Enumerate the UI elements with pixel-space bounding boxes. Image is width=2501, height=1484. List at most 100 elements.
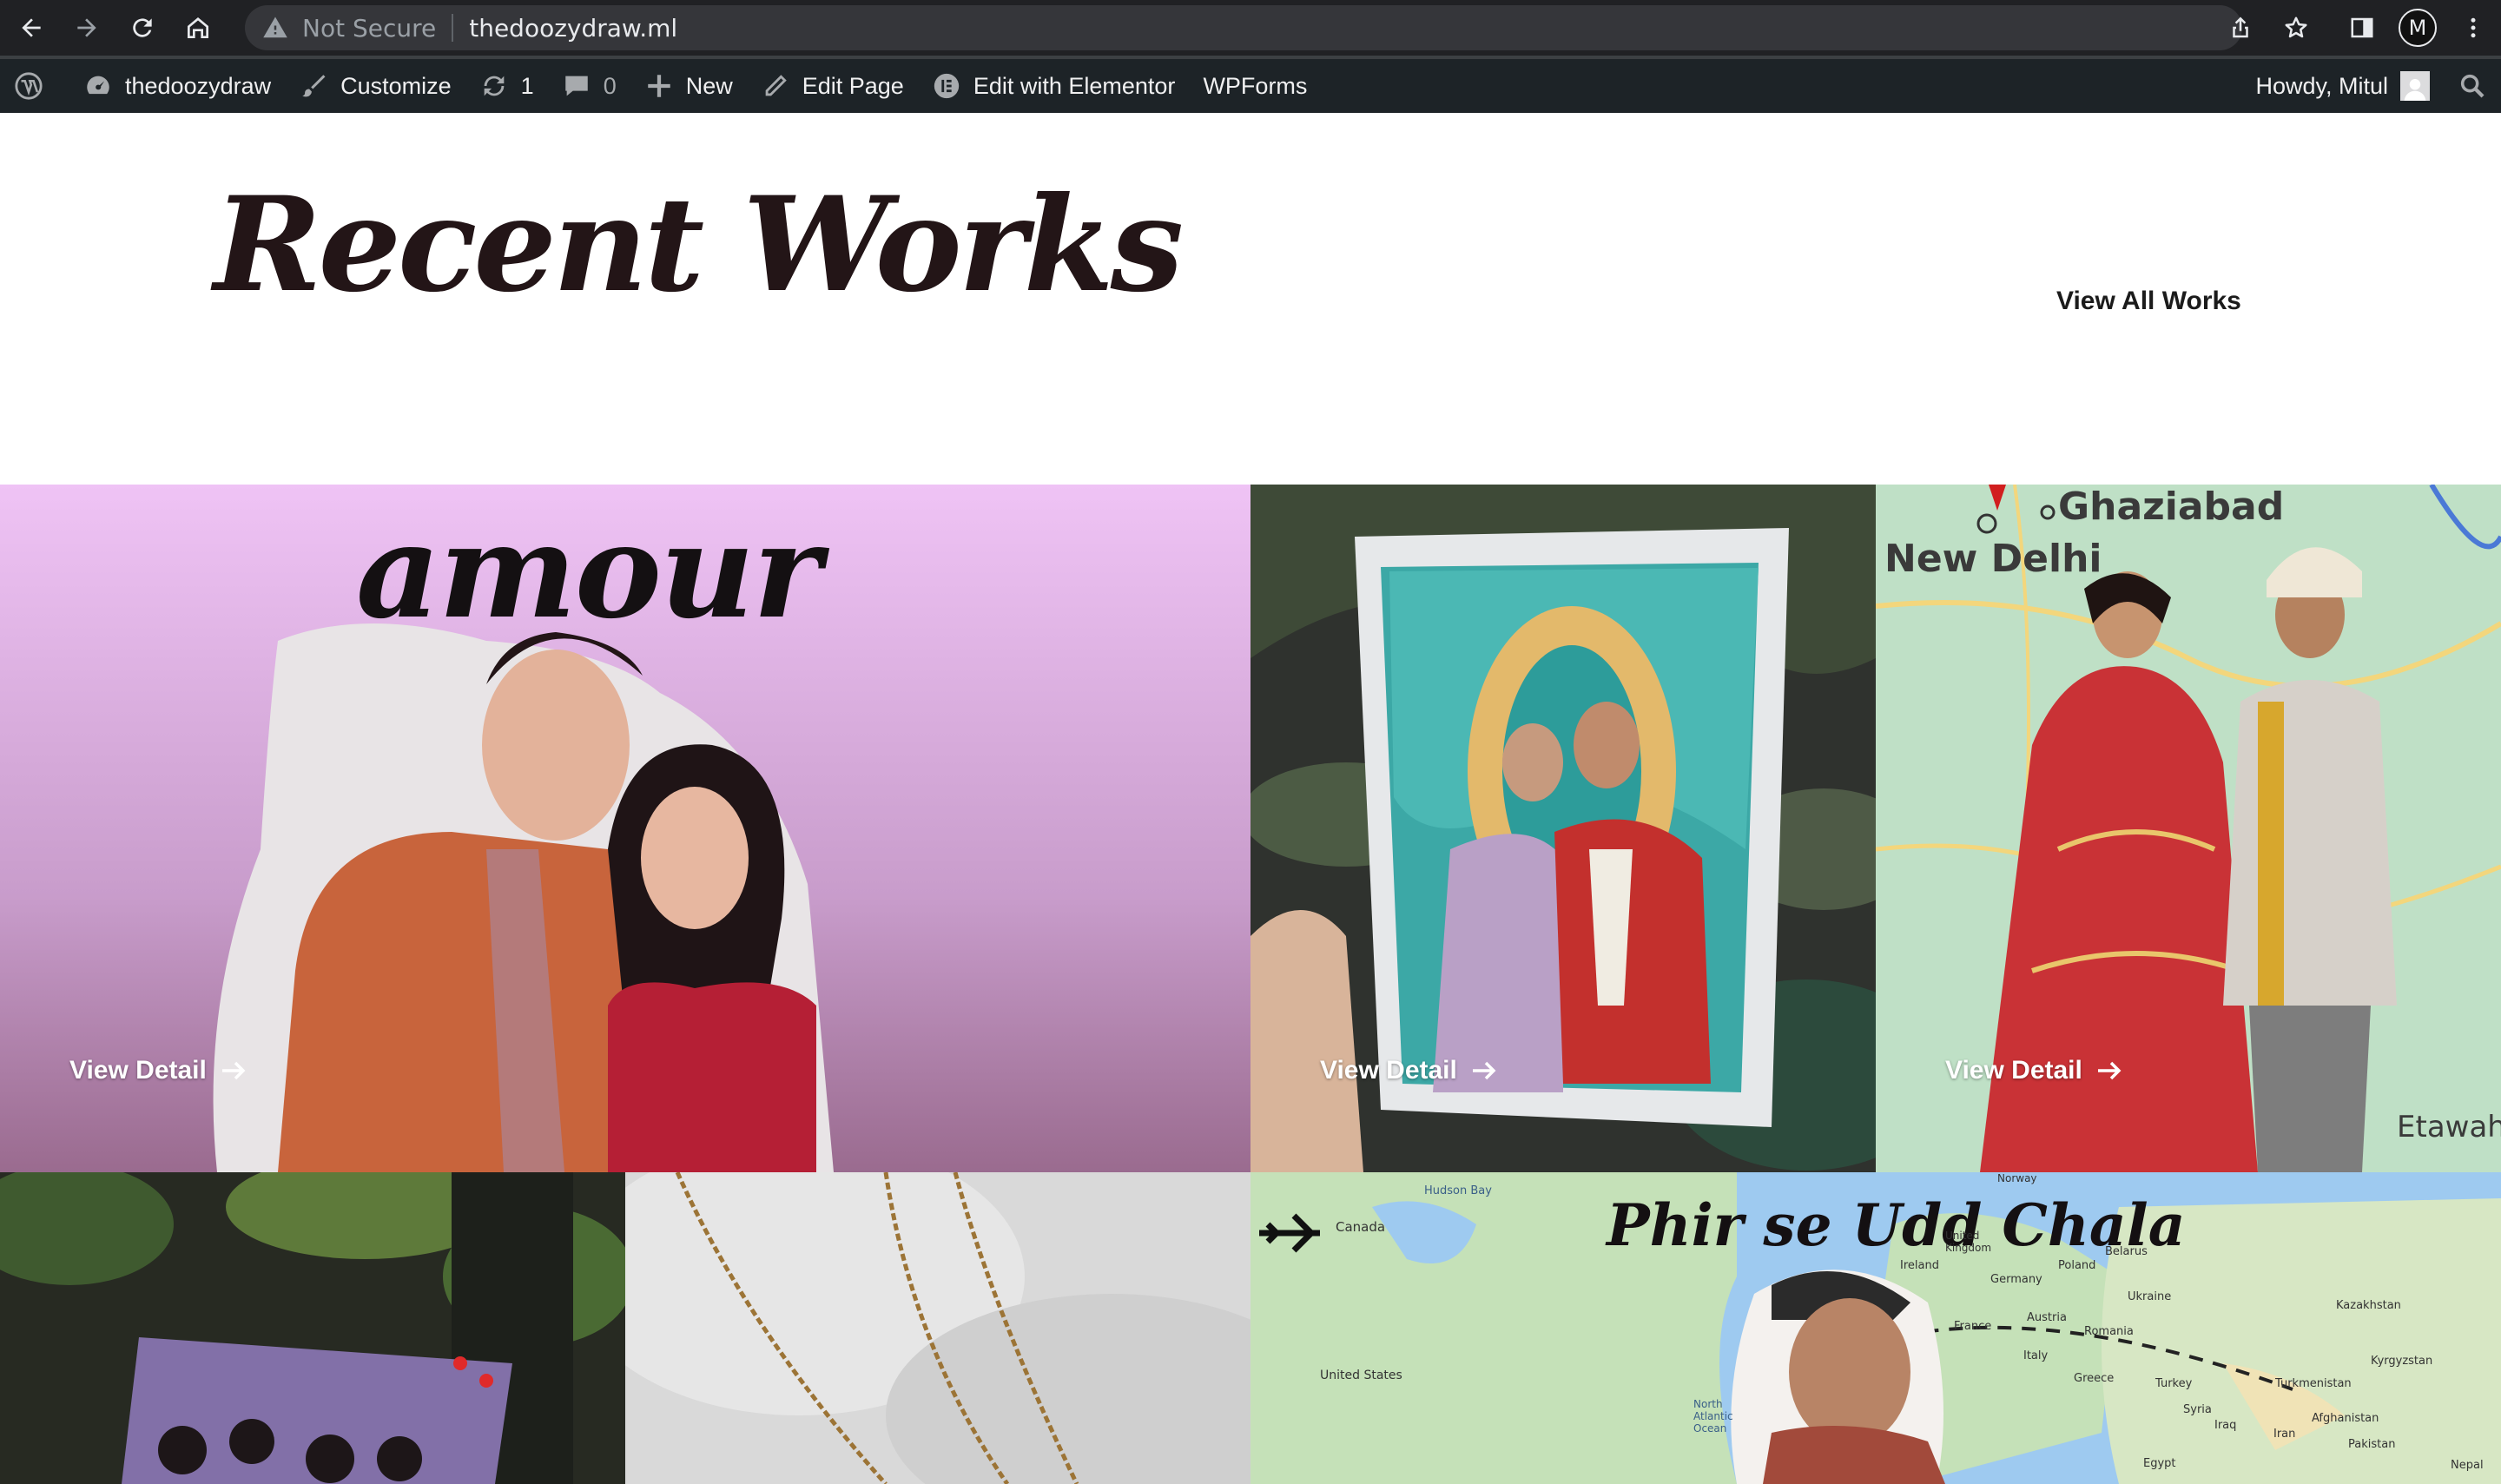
map-label-egypt: Egypt xyxy=(2143,1457,2176,1470)
edit-page-link[interactable]: Edit Page xyxy=(747,59,918,113)
arrow-right-icon xyxy=(1472,1061,1496,1080)
view-detail-label: View Detail xyxy=(1320,1056,1457,1085)
updates-count: 1 xyxy=(520,72,534,99)
view-all-works-link[interactable]: View All Works xyxy=(2056,287,2241,316)
wp-admin-bar: thedoozydraw Customize 1 0 New Edit Page… xyxy=(0,59,2501,113)
map-label-belarus: Belarus xyxy=(2105,1245,2148,1258)
browser-toolbar: Not Secure thedoozydraw.ml M xyxy=(0,0,2501,56)
map-label-ukraine: Ukraine xyxy=(2128,1290,2172,1303)
map-label-turkey: Turkey xyxy=(2155,1377,2193,1390)
map-label-france: France xyxy=(1954,1320,1992,1333)
wordpress-logo-button[interactable] xyxy=(0,59,69,113)
paintbrush-icon xyxy=(302,75,326,97)
comments-count: 0 xyxy=(603,72,617,99)
elementor-logo-icon xyxy=(934,73,959,99)
back-icon[interactable] xyxy=(7,3,56,52)
phir-se-udd-chala-lettering: Phir se Udd Chala xyxy=(1607,1191,2186,1259)
work-tile-framed-portrait[interactable]: View Detail xyxy=(1250,485,1876,1172)
map-label-iran: Iran xyxy=(2273,1428,2296,1441)
plus-icon xyxy=(647,75,670,97)
map-label-kazakhstan: Kazakhstan xyxy=(2336,1299,2401,1312)
view-detail-label: View Detail xyxy=(1945,1056,2082,1085)
map-label-new-delhi: New Delhi xyxy=(1884,537,2102,581)
necklace-image xyxy=(625,1172,1250,1484)
map-label-pakistan: Pakistan xyxy=(2348,1438,2396,1451)
user-avatar-icon xyxy=(2400,71,2430,101)
map-label-italy: Italy xyxy=(2023,1349,2049,1362)
map-label-norway: Norway xyxy=(1997,1172,2037,1184)
wpforms-label: WPForms xyxy=(1203,72,1308,99)
comment-bubble-icon xyxy=(564,76,588,96)
wpforms-menu[interactable]: WPForms xyxy=(1189,59,1321,113)
howdy-label: Howdy, Mitul xyxy=(2255,72,2388,99)
view-detail-link[interactable]: View Detail xyxy=(1320,1056,1497,1085)
new-content-menu[interactable]: New xyxy=(630,59,747,113)
map-label-greece: Greece xyxy=(2074,1372,2115,1385)
map-label-nepal: Nepal xyxy=(2451,1459,2484,1472)
customize-link[interactable]: Customize xyxy=(285,59,465,113)
map-label-etawah: Etawah xyxy=(2397,1110,2501,1144)
arrow-right-icon xyxy=(221,1061,246,1080)
warning-icon xyxy=(263,16,287,38)
map-label-united-kingdom: United Kingdom xyxy=(1945,1230,1992,1254)
forward-icon[interactable] xyxy=(63,3,111,52)
site-name-label: thedoozydraw xyxy=(125,72,272,99)
map-label-germany: Germany xyxy=(1990,1273,2042,1286)
wordpress-logo-icon xyxy=(15,72,43,100)
map-label-hudson-bay: Hudson Bay xyxy=(1424,1184,1492,1197)
site-name-menu[interactable]: thedoozydraw xyxy=(69,59,285,113)
omnibox-divider xyxy=(452,14,454,42)
edit-elementor-link[interactable]: Edit with Elementor xyxy=(918,59,1190,113)
map-label-iraq: Iraq xyxy=(2214,1419,2237,1432)
search-icon xyxy=(2460,74,2485,98)
map-label-north-atlantic-ocean: North Atlantic Ocean xyxy=(1693,1398,1733,1435)
customize-label: Customize xyxy=(340,72,452,99)
work-tile-amour[interactable]: amour View Detail xyxy=(0,485,1250,1172)
home-icon[interactable] xyxy=(174,3,222,52)
works-grid: amour View Detail View Detail Ghaziabad … xyxy=(0,485,2501,1484)
edit-elementor-label: Edit with Elementor xyxy=(973,72,1176,99)
map-label-ghaziabad: Ghaziabad xyxy=(2058,485,2285,529)
profile-avatar: M xyxy=(2399,9,2437,47)
work-tile-necklace[interactable] xyxy=(625,1172,1250,1484)
profile-button[interactable]: M xyxy=(2390,0,2445,56)
pencil-icon xyxy=(765,75,787,96)
url-text[interactable]: thedoozydraw.ml xyxy=(469,14,677,43)
map-label-turkmenistan: Turkmenistan xyxy=(2275,1377,2352,1390)
map-label-poland: Poland xyxy=(2058,1259,2096,1272)
map-label-afghanistan: Afghanistan xyxy=(2312,1412,2379,1425)
map-label-syria: Syria xyxy=(2183,1403,2212,1416)
arrow-right-icon xyxy=(2097,1061,2122,1080)
address-bar[interactable]: Not Secure thedoozydraw.ml xyxy=(245,5,2242,50)
map-label-united-states: United States xyxy=(1320,1369,1402,1382)
amour-lettering: amour xyxy=(356,495,822,648)
work-tile-family-canvas[interactable] xyxy=(0,1172,625,1484)
updates-link[interactable]: 1 xyxy=(465,59,548,113)
work-tile-wedding-map[interactable]: Ghaziabad New Delhi Etawah View Detail xyxy=(1876,485,2501,1172)
map-label-austria: Austria xyxy=(2027,1311,2067,1324)
view-detail-link[interactable]: View Detail xyxy=(1945,1056,2122,1085)
section-title: Recent Works xyxy=(214,168,1184,321)
share-icon[interactable] xyxy=(2213,0,2268,56)
page-content: Recent Works View All Works amour View D… xyxy=(0,113,2501,1484)
work-tile-world-map[interactable]: Phir se Udd Chala Canada Hudson Bay Unit… xyxy=(1250,1172,2501,1484)
reload-icon[interactable] xyxy=(118,3,167,52)
map-label-kyrgyzstan: Kyrgyzstan xyxy=(2371,1355,2433,1368)
edit-page-label: Edit Page xyxy=(802,72,904,99)
admin-search-button[interactable] xyxy=(2444,59,2501,113)
more-menu-icon[interactable] xyxy=(2445,0,2501,56)
security-label: Not Secure xyxy=(302,13,437,43)
dashboard-gauge-icon xyxy=(87,76,109,95)
map-label-romania: Romania xyxy=(2084,1325,2134,1338)
family-canvas-image xyxy=(0,1172,625,1484)
map-label-canada: Canada xyxy=(1336,1219,1386,1235)
side-panel-icon[interactable] xyxy=(2334,0,2390,56)
comments-link[interactable]: 0 xyxy=(548,59,630,113)
view-detail-label: View Detail xyxy=(69,1056,207,1085)
bookmark-star-icon[interactable] xyxy=(2268,0,2324,56)
map-label-ireland: Ireland xyxy=(1900,1259,1939,1272)
new-label: New xyxy=(685,72,733,99)
updates-refresh-icon xyxy=(484,76,504,96)
account-menu[interactable]: Howdy, Mitul xyxy=(2241,59,2444,113)
view-detail-link[interactable]: View Detail xyxy=(69,1056,247,1085)
